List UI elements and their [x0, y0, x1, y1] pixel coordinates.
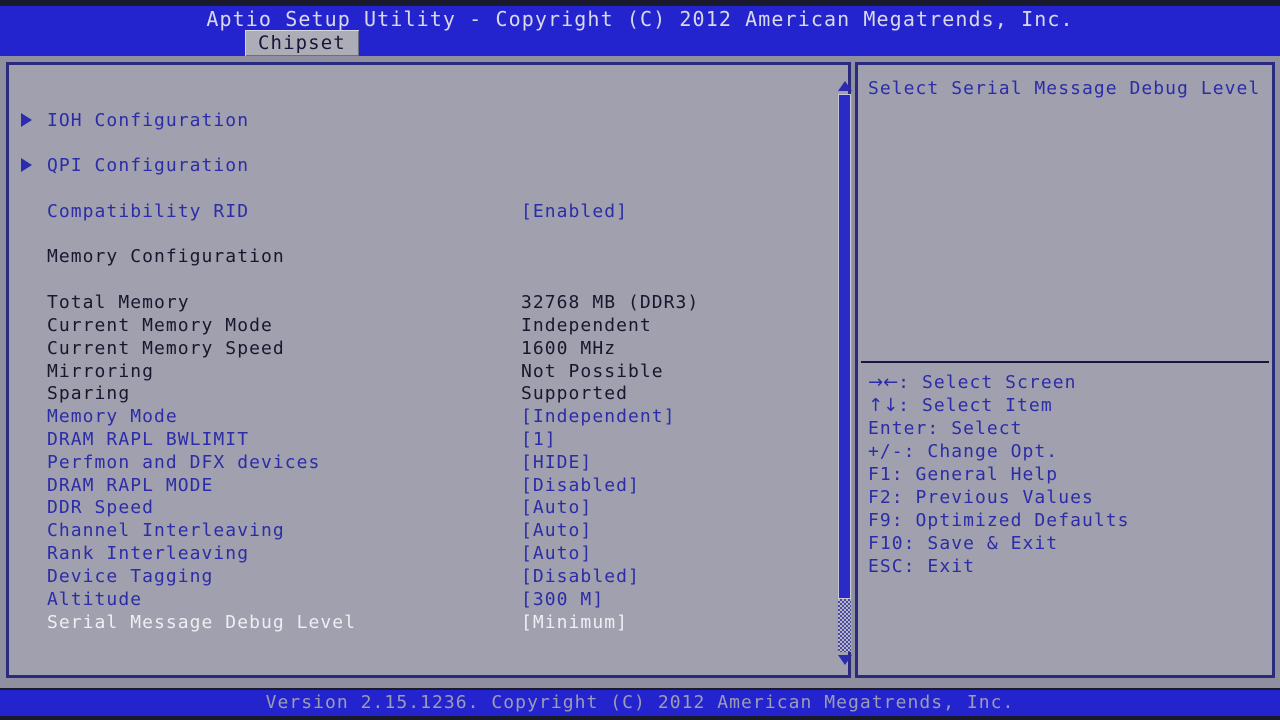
- row-label: Compatibility RID: [47, 200, 249, 223]
- tab-chipset[interactable]: Chipset: [245, 30, 359, 56]
- vertical-scrollbar[interactable]: [836, 81, 854, 665]
- row-label: Serial Message Debug Level: [47, 611, 356, 634]
- row-value: 32768 MB (DDR3): [521, 291, 699, 314]
- scrollbar-thumb[interactable]: [838, 94, 851, 599]
- scrollbar-track[interactable]: [837, 94, 852, 652]
- help-key-label: : Select Item: [898, 395, 1053, 416]
- help-description: Select Serial Message Debug Level: [868, 77, 1264, 100]
- scrollbar-remainder[interactable]: [838, 599, 851, 652]
- help-key-row: F10: Save & Exit: [868, 532, 1058, 555]
- row-value: 1600 MHz: [521, 337, 616, 360]
- row-label: Mirroring: [47, 360, 154, 383]
- bios-setup-screen: Aptio Setup Utility - Copyright (C) 2012…: [0, 0, 1280, 720]
- row-label: QPI Configuration: [47, 154, 249, 177]
- help-key-row: Enter: Select: [868, 417, 1023, 440]
- row-value[interactable]: [HIDE]: [521, 451, 592, 474]
- row-value[interactable]: [Auto]: [521, 542, 592, 565]
- help-key-label: F1: General Help: [868, 464, 1058, 485]
- scroll-down-arrow-icon[interactable]: [838, 655, 852, 665]
- row-label: Memory Mode: [47, 405, 178, 428]
- row-value[interactable]: [300 M]: [521, 588, 604, 611]
- help-key-label: F9: Optimized Defaults: [868, 510, 1130, 531]
- row-label: Sparing: [47, 382, 130, 405]
- help-key-row: →←: Select Screen: [868, 371, 1076, 394]
- help-key-label: F10: Save & Exit: [868, 533, 1058, 554]
- utility-title: Aptio Setup Utility - Copyright (C) 2012…: [0, 6, 1280, 32]
- help-key-label: ESC: Exit: [868, 556, 975, 577]
- row-label: Device Tagging: [47, 565, 213, 588]
- row-value: Supported: [521, 382, 628, 405]
- help-key-row: F1: General Help: [868, 463, 1058, 486]
- help-key-label: +/-: Change Opt.: [868, 441, 1058, 462]
- row-label: Current Memory Speed: [47, 337, 285, 360]
- row-label: Perfmon and DFX devices: [47, 451, 320, 474]
- arrow-keys-icon: →←: [868, 372, 898, 393]
- help-key-label: Enter: Select: [868, 418, 1023, 439]
- row-label: Channel Interleaving: [47, 519, 285, 542]
- arrow-keys-icon: ↑↓: [868, 395, 898, 416]
- content-stage: IOH Configuration QPI Configuration Compat…: [0, 56, 1280, 688]
- row-label: Altitude: [47, 588, 142, 611]
- row-value[interactable]: [Minimum]: [521, 611, 628, 634]
- row-label: Current Memory Mode: [47, 314, 273, 337]
- row-label: Total Memory: [47, 291, 190, 314]
- submenu-arrow-icon: [21, 158, 32, 172]
- row-value[interactable]: [Disabled]: [521, 565, 640, 588]
- row-value[interactable]: [Auto]: [521, 519, 592, 542]
- help-key-label: F2: Previous Values: [868, 487, 1094, 508]
- row-value[interactable]: [Auto]: [521, 496, 592, 519]
- help-key-row: F2: Previous Values: [868, 486, 1094, 509]
- scroll-up-arrow-icon[interactable]: [838, 81, 852, 91]
- row-value[interactable]: [1]: [521, 428, 557, 451]
- row-value: Not Possible: [521, 360, 664, 383]
- help-key-label: : Select Screen: [898, 372, 1076, 393]
- help-key-row: +/-: Change Opt.: [868, 440, 1058, 463]
- row-value[interactable]: [Enabled]: [521, 200, 628, 223]
- settings-panel: IOH Configuration QPI Configuration Compat…: [6, 62, 851, 678]
- row-value[interactable]: [Disabled]: [521, 474, 640, 497]
- row-label: DRAM RAPL MODE: [47, 474, 213, 497]
- row-label: Memory Configuration: [47, 245, 285, 268]
- help-key-row: ESC: Exit: [868, 555, 975, 578]
- help-panel: Select Serial Message Debug Level →←: Se…: [855, 62, 1275, 678]
- help-divider: [861, 361, 1269, 363]
- help-key-row: ↑↓: Select Item: [868, 394, 1053, 417]
- submenu-arrow-icon: [21, 113, 32, 127]
- row-label: DRAM RAPL BWLIMIT: [47, 428, 249, 451]
- row-label: IOH Configuration: [47, 109, 249, 132]
- help-key-row: F9: Optimized Defaults: [868, 509, 1130, 532]
- version-text: Version 2.15.1236. Copyright (C) 2012 Am…: [0, 690, 1280, 716]
- row-value: Independent: [521, 314, 652, 337]
- row-label: DDR Speed: [47, 496, 154, 519]
- row-value[interactable]: [Independent]: [521, 405, 676, 428]
- row-label: Rank Interleaving: [47, 542, 249, 565]
